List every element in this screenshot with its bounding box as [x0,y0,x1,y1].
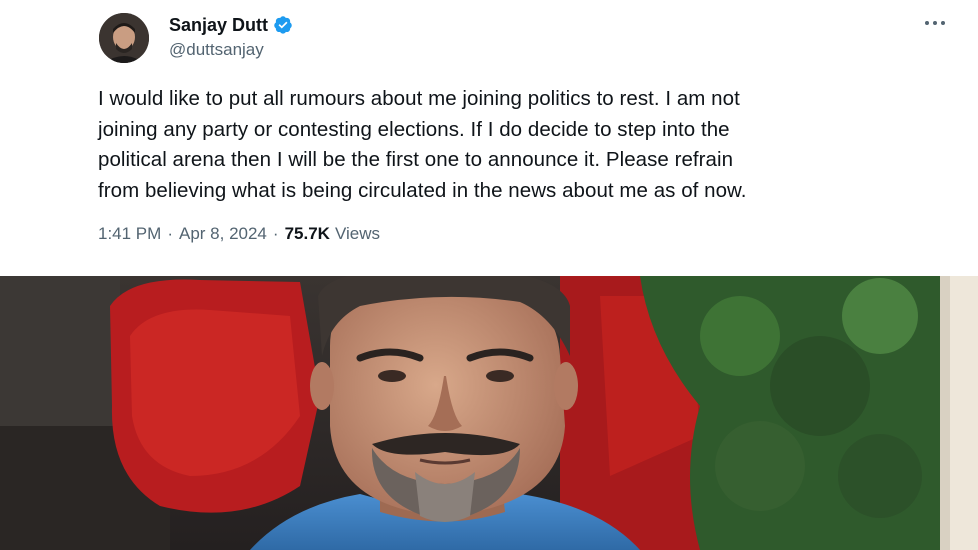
verified-badge-icon [274,16,292,34]
more-horizontal-icon-dot [933,21,937,25]
tweet-time[interactable]: 1:41 PM [98,224,161,244]
tweet-author[interactable]: Sanjay Dutt @duttsanjay [169,13,293,60]
more-horizontal-icon-dot [925,21,929,25]
screenshot-page: Sanjay Dutt @duttsanjay I would like to … [0,0,978,550]
avatar-image [99,13,149,63]
author-display-name[interactable]: Sanjay Dutt [169,15,268,36]
meta-separator: · [272,224,279,243]
views-count[interactable]: 75.7K [285,224,330,244]
tweet-card[interactable]: Sanjay Dutt @duttsanjay I would like to … [72,0,978,270]
tweet-date[interactable]: Apr 8, 2024 [179,224,267,244]
author-handle[interactable]: @duttsanjay [169,40,293,60]
more-options-button[interactable] [920,10,950,36]
tweet-meta: 1:41 PM · Apr 8, 2024 · 75.7K Views [98,224,380,244]
author-name-row: Sanjay Dutt [169,13,293,37]
tweet-text: I would like to put all rumours about me… [98,87,747,202]
meta-separator: · [167,224,173,243]
views-label[interactable]: Views [335,224,380,244]
portrait-photo [0,276,978,550]
avatar[interactable] [99,13,149,63]
portrait-illustration [0,276,978,550]
more-horizontal-icon-dot [941,21,945,25]
